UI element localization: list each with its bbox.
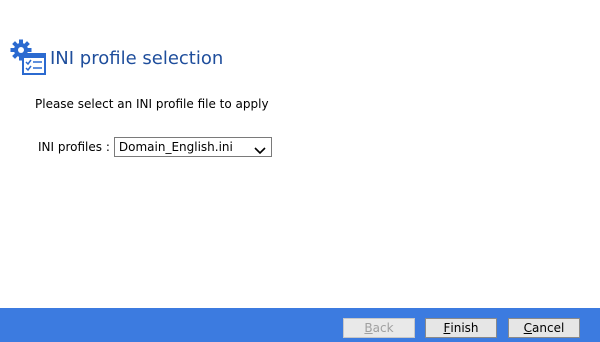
settings-checklist-icon xyxy=(10,39,48,77)
ini-profile-selected-value: Domain_English.ini xyxy=(118,140,233,154)
cancel-button-label-rest: ancel xyxy=(532,321,565,335)
page-title: INI profile selection xyxy=(50,47,224,69)
header: INI profile selection xyxy=(10,38,223,78)
cancel-button-mnemonic: C xyxy=(523,321,533,335)
ini-profiles-label: INI profiles : xyxy=(38,140,110,154)
ini-profile-row: INI profiles : Domain_English.ini xyxy=(38,136,272,158)
finish-button-label-rest: inish xyxy=(450,321,479,335)
back-button-mnemonic: B xyxy=(364,321,373,335)
chevron-down-icon xyxy=(254,141,266,155)
back-button[interactable]: Back xyxy=(343,318,415,338)
finish-button[interactable]: Finish xyxy=(425,318,497,338)
footer-bar: Back Finish Cancel xyxy=(0,308,600,342)
instruction-text: Please select an INI profile file to app… xyxy=(35,97,269,111)
back-button-label-rest: ack xyxy=(372,321,394,335)
cancel-button[interactable]: Cancel xyxy=(508,318,580,338)
finish-button-mnemonic: F xyxy=(443,321,451,335)
ini-profile-select[interactable]: Domain_English.ini xyxy=(113,137,272,157)
